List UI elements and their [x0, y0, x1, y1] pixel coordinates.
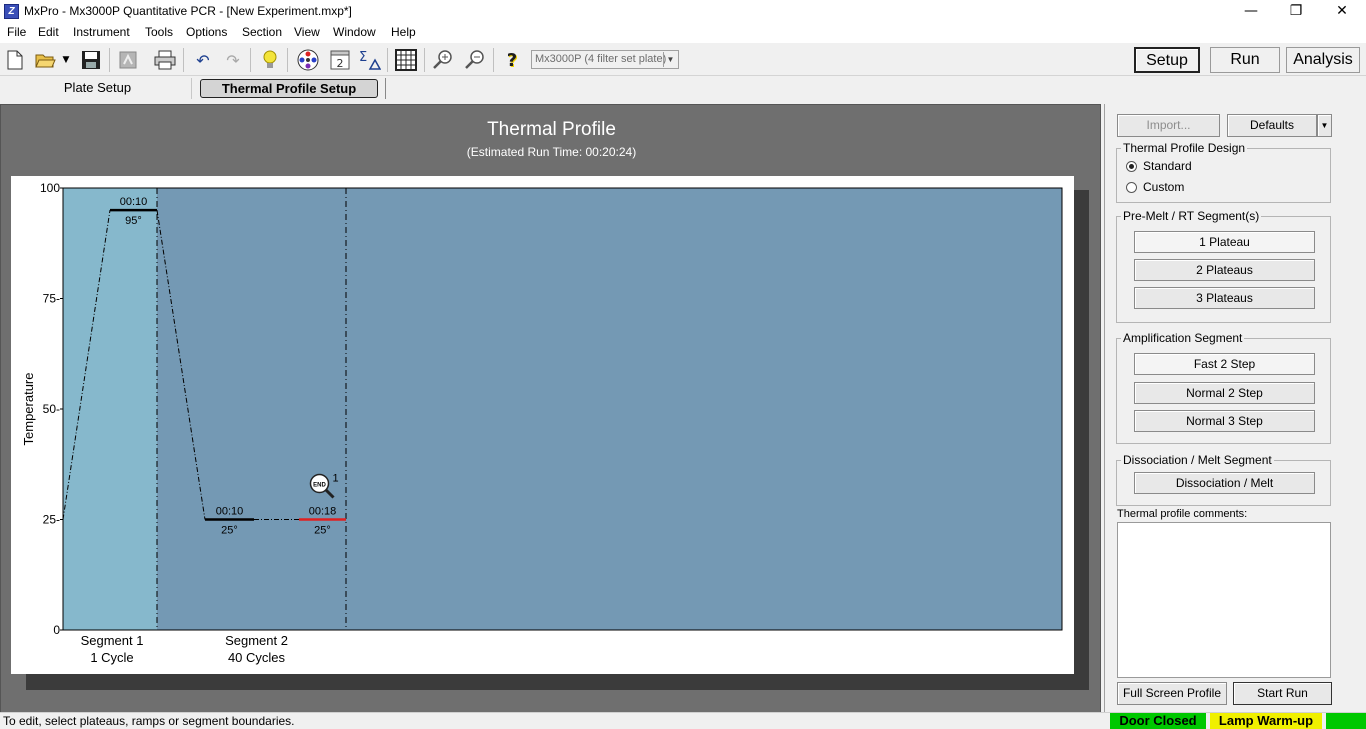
minimize-button[interactable]: —	[1228, 0, 1274, 23]
analysis-mode-button[interactable]: Analysis	[1286, 47, 1360, 73]
estimated-run-time: (Estimated Run Time: 00:20:24)	[466, 145, 637, 159]
menu-tools[interactable]: Tools	[145, 25, 173, 39]
plateau-time-label: 00:18	[309, 506, 337, 518]
zoom-out-icon[interactable]	[463, 48, 487, 72]
maximize-button[interactable]: ❐	[1273, 0, 1319, 23]
run-mode-button[interactable]: Run	[1210, 47, 1280, 73]
menu-instrument[interactable]: Instrument	[73, 25, 130, 39]
menu-edit[interactable]: Edit	[38, 25, 59, 39]
thermal-profile-design-group	[1116, 148, 1331, 203]
plateau-temp-label: 95°	[125, 215, 142, 227]
chevron-down-icon[interactable]: ▼	[59, 48, 73, 72]
segment-2-region[interactable]	[157, 188, 346, 630]
defaults-button[interactable]: Defaults	[1227, 114, 1317, 137]
grid-icon[interactable]	[394, 48, 418, 72]
new-file-icon[interactable]	[3, 48, 27, 72]
y-tick-label: 100	[40, 181, 60, 195]
thermal-profile-design-label: Thermal Profile Design	[1121, 141, 1248, 155]
undo-icon[interactable]: ↶	[191, 48, 215, 72]
y-tick-label: 50-	[43, 402, 60, 416]
menu-window[interactable]: Window	[333, 25, 376, 39]
instrument-select[interactable]: Mx3000P (4 filter set plate) ▼	[531, 50, 679, 69]
help-icon[interactable]: ?	[500, 48, 524, 72]
page-2-icon-text: 2	[337, 57, 344, 70]
zoom-in-icon[interactable]	[431, 48, 455, 72]
custom-radio[interactable]	[1126, 182, 1137, 193]
lamp-status-badge: Lamp Warm-up	[1210, 713, 1322, 729]
status-message: To edit, select plateaus, ramps or segme…	[3, 714, 295, 728]
page-2-icon[interactable]: 2	[328, 48, 352, 72]
lightbulb-icon[interactable]	[258, 48, 282, 72]
fast-2-step-button[interactable]: Fast 2 Step	[1134, 353, 1315, 375]
tab-thermal-profile-setup[interactable]: Thermal Profile Setup	[200, 79, 378, 98]
normal-3-step-button[interactable]: Normal 3 Step	[1134, 410, 1315, 432]
menu-bar: File Edit Instrument Tools Options Secti…	[0, 23, 1366, 43]
window-title: MxPro - Mx3000P Quantitative PCR - [New …	[24, 4, 352, 18]
y-tick-label: 25-	[43, 513, 60, 527]
amplification-group-label: Amplification Segment	[1121, 331, 1245, 345]
one-plateau-button[interactable]: 1 Plateau	[1134, 231, 1315, 253]
menu-section[interactable]: Section	[242, 25, 282, 39]
thermal-profile-panel: Thermal Profile (Estimated Run Time: 00:…	[0, 104, 1101, 714]
thermal-profile-chart[interactable]: 100 75- 50- 25- 0 Temperature 00:10 95° 00:10 2…	[11, 176, 1074, 674]
sigma-delta-icon[interactable]: Σ	[357, 48, 381, 72]
y-tick-label: 75-	[43, 292, 60, 306]
segment-2-cycles: 40 Cycles	[228, 650, 286, 665]
app-logo-icon: Z	[4, 4, 19, 19]
dissociation-melt-button[interactable]: Dissociation / Melt	[1134, 472, 1315, 494]
instrument-select-value: Mx3000P (4 filter set plate)	[535, 53, 667, 65]
plateau-temp-label: 25°	[221, 525, 238, 537]
menu-view[interactable]: View	[294, 25, 320, 39]
premelt-group-label: Pre-Melt / RT Segment(s)	[1121, 209, 1262, 223]
standard-radio-label[interactable]: Standard	[1143, 159, 1192, 173]
section-tabs: Plate Setup Thermal Profile Setup	[0, 76, 1366, 101]
menu-help[interactable]: Help	[391, 25, 416, 39]
segment-1-cycles: 1 Cycle	[90, 650, 133, 665]
print-icon[interactable]	[153, 48, 177, 72]
segment-1-label: Segment 1	[81, 633, 144, 648]
import-button[interactable]: Import...	[1117, 114, 1220, 137]
svg-text:Σ: Σ	[359, 50, 367, 65]
end-marker-count: 1	[333, 473, 339, 485]
segment-2-label: Segment 2	[225, 633, 288, 648]
comments-textarea[interactable]	[1117, 522, 1331, 678]
defaults-dropdown-button[interactable]: ▼	[1317, 114, 1332, 137]
dissociation-group-label: Dissociation / Melt Segment	[1121, 453, 1274, 467]
properties-icon[interactable]	[116, 48, 140, 72]
plot-title: Thermal Profile	[487, 119, 616, 140]
door-status-badge: Door Closed	[1110, 713, 1206, 729]
plateau-time-label: 00:10	[120, 196, 148, 208]
right-panel: Import... Defaults ▼ Thermal Profile Des…	[1104, 104, 1366, 714]
plate-icon[interactable]	[296, 48, 320, 72]
segment-1-region[interactable]	[63, 188, 157, 630]
menu-options[interactable]: Options	[186, 25, 227, 39]
y-tick-label: 0	[53, 623, 60, 637]
comments-label: Thermal profile comments:	[1117, 508, 1248, 520]
plateau-time-label: 00:10	[216, 506, 244, 518]
tab-plate-setup[interactable]: Plate Setup	[4, 78, 192, 99]
empty-region	[346, 188, 1062, 630]
start-run-button[interactable]: Start Run	[1233, 682, 1332, 705]
chevron-down-icon[interactable]: ▼	[663, 52, 677, 67]
normal-2-step-button[interactable]: Normal 2 Step	[1134, 382, 1315, 404]
custom-radio-label[interactable]: Custom	[1143, 180, 1184, 194]
three-plateaus-button[interactable]: 3 Plateaus	[1134, 287, 1315, 309]
end-marker-text: END	[313, 483, 326, 489]
status-indicator	[1326, 713, 1366, 729]
close-button[interactable]: ✕	[1319, 0, 1365, 23]
standard-radio[interactable]	[1126, 161, 1137, 172]
status-bar: To edit, select plateaus, ramps or segme…	[0, 712, 1366, 729]
full-screen-profile-button[interactable]: Full Screen Profile	[1117, 682, 1227, 705]
two-plateaus-button[interactable]: 2 Plateaus	[1134, 259, 1315, 281]
menu-file[interactable]: File	[7, 25, 26, 39]
title-bar: Z MxPro - Mx3000P Quantitative PCR - [Ne…	[0, 0, 1366, 23]
y-axis-ticks: 100 75- 50- 25- 0	[40, 181, 63, 637]
save-icon[interactable]	[79, 48, 103, 72]
open-folder-icon[interactable]	[34, 48, 58, 72]
setup-mode-button[interactable]: Setup	[1134, 47, 1200, 73]
y-axis-label: Temperature	[21, 373, 36, 446]
redo-icon[interactable]: ↷	[221, 48, 245, 72]
plateau-temp-label: 25°	[314, 525, 331, 537]
